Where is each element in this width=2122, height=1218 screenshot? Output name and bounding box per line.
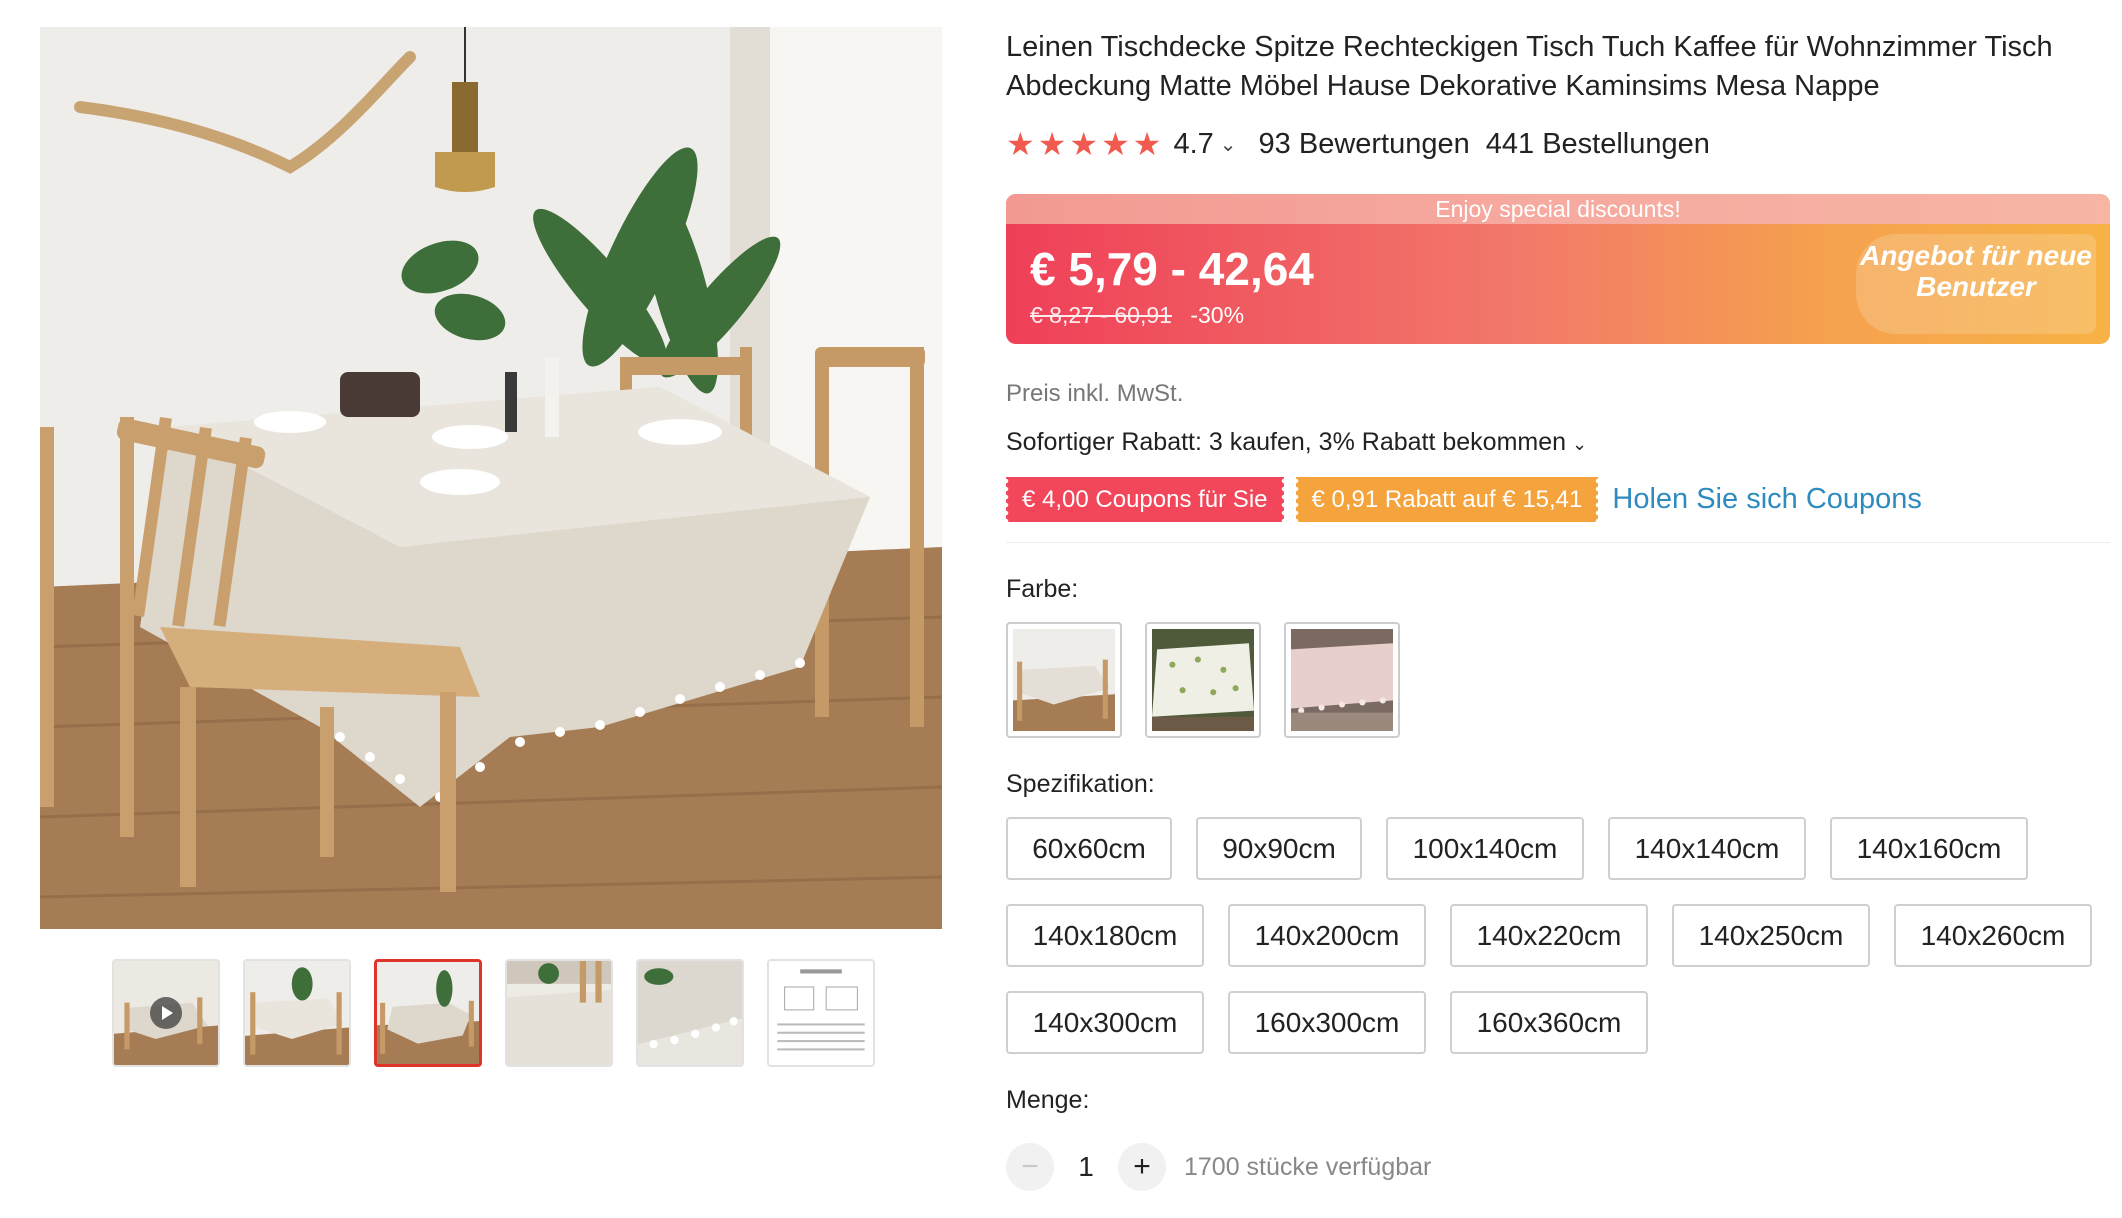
bulk-discount-text: Sofortiger Rabatt: 3 kaufen, 3% Rabatt b…: [1006, 428, 1567, 456]
spec-option[interactable]: 140x160cm: [1830, 817, 2028, 880]
swatch-image: [1013, 629, 1115, 731]
chevron-down-icon[interactable]: ⌄: [1220, 132, 1237, 157]
color-swatch-pink[interactable]: [1284, 622, 1400, 738]
chevron-down-icon[interactable]: ⌄: [1572, 434, 1587, 454]
price-range: € 5,79 - 42,64: [1030, 243, 1314, 295]
thumbnail-video[interactable]: [112, 959, 220, 1067]
price-banner: Enjoy special discounts! € 5,79 - 42,64 …: [1006, 194, 2110, 344]
stock-available: 1700 stücke verfügbar: [1184, 1152, 1432, 1181]
spec-option[interactable]: 160x300cm: [1228, 991, 1426, 1054]
rating-row: ★ ★ ★ ★ ★ 4.7 ⌄ 93 Bewertungen 441 Beste…: [1006, 124, 2110, 164]
quantity-stepper: − 1 + 1700 stücke verfügbar: [1006, 1143, 2110, 1191]
dining-table-photo: [40, 27, 942, 929]
thumbnail-table-closeup[interactable]: [505, 959, 613, 1067]
star-icon: ★: [1101, 126, 1130, 162]
product-info-panel: Leinen Tischdecke Spitze Rechteckigen Ti…: [1006, 28, 2110, 1191]
main-product-image[interactable]: [40, 27, 942, 929]
spec-option[interactable]: 140x200cm: [1228, 904, 1426, 967]
spec-option[interactable]: 90x90cm: [1196, 817, 1362, 880]
original-price-row: € 8,27 - 60,91 -30%: [1030, 302, 1244, 329]
reviews-count[interactable]: 93 Bewertungen: [1259, 128, 1470, 161]
color-swatches: [1006, 622, 2110, 738]
spec-options: 60x60cm 90x90cm 100x140cm 140x140cm 140x…: [1006, 817, 2110, 1054]
new-user-offer-badge[interactable]: Angebot für neue Benutzer: [1856, 234, 2096, 334]
original-price: € 8,27 - 60,91: [1030, 302, 1172, 328]
thumbnail-table-overview[interactable]: [243, 959, 351, 1067]
quantity-input[interactable]: 1: [1054, 1151, 1118, 1183]
thumbnail-image: [377, 962, 479, 1064]
thumbnail-image: [769, 961, 873, 1065]
color-label: Farbe:: [1006, 575, 1079, 603]
discount-percent: -30%: [1190, 302, 1245, 328]
quantity-label: Menge:: [1006, 1086, 1090, 1114]
spec-label: Spezifikation:: [1006, 770, 1155, 798]
star-icon: ★: [1069, 126, 1099, 162]
color-swatch-floral[interactable]: [1145, 622, 1261, 738]
banner-promo-text: Enjoy special discounts!: [1006, 194, 2110, 224]
thumbnail-image: [245, 961, 349, 1065]
star-icon: ★: [1037, 126, 1067, 162]
star-icon: ★: [1006, 126, 1035, 162]
spec-option[interactable]: 140x180cm: [1006, 904, 1204, 967]
spec-option[interactable]: 140x140cm: [1608, 817, 1806, 880]
thumbnail-strip: [112, 959, 875, 1067]
product-title: Leinen Tischdecke Spitze Rechteckigen Ti…: [1006, 31, 2053, 102]
color-swatch-beige[interactable]: [1006, 622, 1122, 738]
spec-option[interactable]: 140x260cm: [1894, 904, 2092, 967]
thumbnail-size-chart[interactable]: [767, 959, 875, 1067]
quantity-increase-button[interactable]: +: [1118, 1143, 1166, 1191]
thumbnail-tassel-detail[interactable]: [636, 959, 744, 1067]
coupon-row: € 4,00 Coupons für Sie € 0,91 Rabatt auf…: [1006, 477, 2110, 522]
rating-value[interactable]: 4.7: [1173, 128, 1213, 161]
play-icon[interactable]: [150, 997, 182, 1029]
spec-option[interactable]: 60x60cm: [1006, 817, 1172, 880]
orders-count: 441 Bestellungen: [1485, 127, 1710, 160]
coupon-discount[interactable]: € 0,91 Rabatt auf € 15,41: [1295, 477, 1599, 522]
swatch-image: [1152, 629, 1254, 731]
star-rating: ★ ★ ★ ★ ★: [1006, 125, 1161, 163]
tax-note: Preis inkl. MwSt.: [1006, 380, 1184, 407]
thumbnail-table-dining[interactable]: [374, 959, 482, 1067]
spec-option[interactable]: 160x360cm: [1450, 991, 1648, 1054]
quantity-decrease-button[interactable]: −: [1006, 1143, 1054, 1191]
divider: [1006, 542, 2110, 543]
thumbnail-image: [638, 961, 742, 1065]
bulk-discount[interactable]: Sofortiger Rabatt: 3 kaufen, 3% Rabatt b…: [1006, 428, 2110, 457]
swatch-image: [1291, 629, 1393, 731]
thumbnail-image: [507, 961, 611, 1065]
get-coupons-link[interactable]: Holen Sie sich Coupons: [1612, 483, 1922, 516]
spec-option[interactable]: 140x300cm: [1006, 991, 1204, 1054]
star-icon: ★: [1132, 126, 1162, 162]
spec-option[interactable]: 140x250cm: [1672, 904, 1870, 967]
spec-option[interactable]: 140x220cm: [1450, 904, 1648, 967]
spec-option[interactable]: 100x140cm: [1386, 817, 1584, 880]
coupon-store[interactable]: € 4,00 Coupons für Sie: [1006, 477, 1284, 522]
